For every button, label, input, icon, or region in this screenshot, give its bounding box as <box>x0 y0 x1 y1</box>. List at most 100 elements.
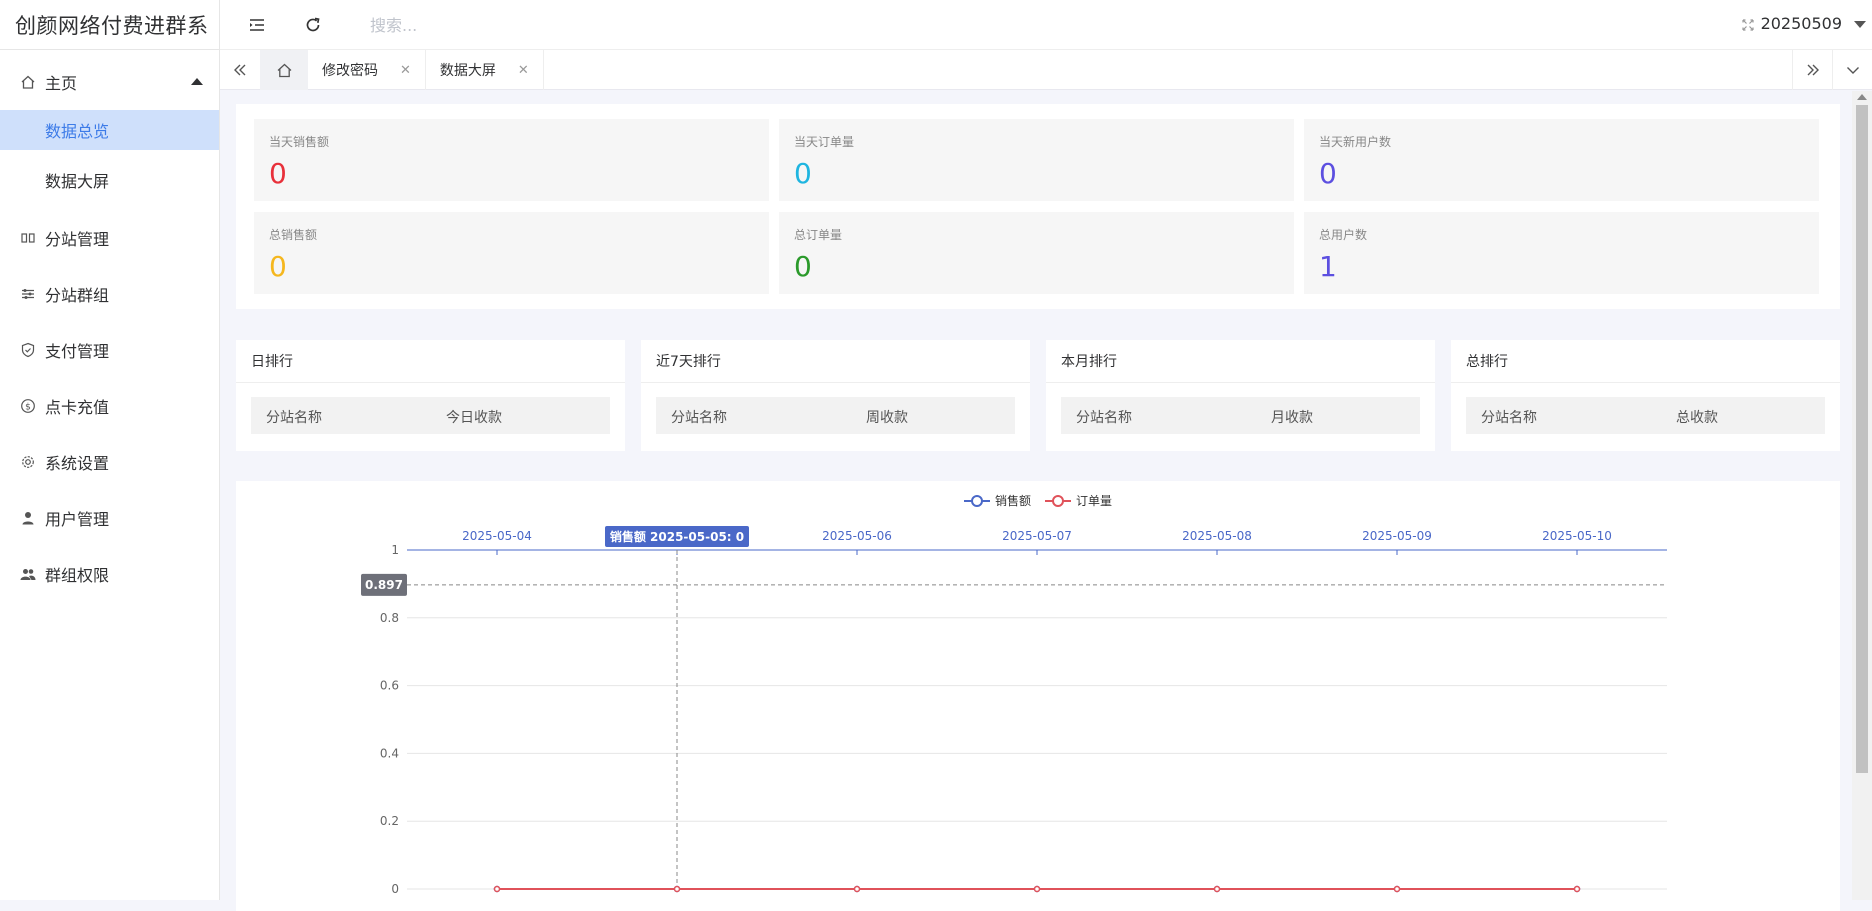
sidebar-collapse-button[interactable] <box>245 13 269 37</box>
data-point <box>673 885 681 893</box>
stat-value: 0 <box>1319 157 1337 190</box>
user-menu[interactable]: 20250509 <box>1761 14 1842 33</box>
svg-text:$: $ <box>25 403 31 413</box>
scroll-up-arrow-icon[interactable] <box>1857 94 1867 100</box>
ranking-title: 总排行 <box>1451 340 1840 383</box>
y-tick-label: 0.4 <box>380 746 399 760</box>
stat-label: 当天新用户数 <box>1319 135 1392 149</box>
ranking-daily-card: 日排行 分站名称 今日收款 <box>236 340 625 451</box>
ranking-total-card: 总排行 分站名称 总收款 <box>1451 340 1840 451</box>
menu-item-substation-management[interactable]: 分站管理 <box>0 210 219 266</box>
line-chart: 0 0.2 0.4 0.6 0.8 1 2025-05-04 2025-05-06 2025-0… <box>361 526 1667 896</box>
submenu-item-data-screen[interactable]: 数据大屏 <box>0 160 219 200</box>
column-header: 分站名称 <box>1076 410 1132 426</box>
stat-value: 0 <box>794 157 812 190</box>
ranking-title: 近7天排行 <box>641 340 1030 383</box>
y-tick-label: 0.8 <box>380 611 399 625</box>
ranking-table-header: 分站名称 月收款 <box>1061 397 1420 434</box>
fullscreen-button[interactable] <box>1736 13 1760 37</box>
menu-item-label: 点卡充值 <box>45 398 110 417</box>
ranking-monthly-card: 本月排行 分站名称 月收款 <box>1046 340 1435 451</box>
top-header: 20250509 <box>220 0 1872 50</box>
sliders-icon <box>20 286 36 302</box>
tab-label: 修改密码 <box>322 63 378 79</box>
x-tick-label: 2025-05-06 <box>822 529 892 543</box>
menu-item-system-settings[interactable]: 系统设置 <box>0 434 219 490</box>
menu-item-label: 分站管理 <box>45 230 110 249</box>
scrollbar-thumb[interactable] <box>1856 105 1868 773</box>
ranking-title: 本月排行 <box>1046 340 1435 383</box>
stats-card: 当天销售额 0 当天订单量 0 当天新用户数 0 总销售额 0 总订单量 0 总… <box>236 104 1840 309</box>
ranking-table-header: 分站名称 今日收款 <box>251 397 610 434</box>
users-icon <box>20 566 36 582</box>
data-point <box>1033 885 1041 893</box>
caret-up-icon <box>191 78 203 85</box>
page-scrollbar[interactable] <box>1852 91 1872 900</box>
tabs-scroll-right-button[interactable] <box>1792 50 1832 90</box>
ranking-table-header: 分站名称 总收款 <box>1466 397 1825 434</box>
double-chevron-right-icon <box>1807 64 1819 76</box>
column-header: 月收款 <box>1271 410 1313 426</box>
menu-item-label: 群组权限 <box>45 566 110 585</box>
x-tick-label: 2025-05-04 <box>462 529 532 543</box>
fullscreen-icon <box>1742 19 1754 31</box>
menu-item-payment-management[interactable]: 支付管理 <box>0 322 219 378</box>
stat-value: 0 <box>269 157 287 190</box>
user-icon <box>20 510 36 526</box>
menu-item-group-permissions[interactable]: 群组权限 <box>0 546 219 602</box>
sales-chart-card: 销售额 订单量 0 0.2 0.4 0.6 0.8 1 2025-05-04 2025-05-… <box>236 481 1840 911</box>
menu-item-label: 分站群组 <box>45 286 110 305</box>
stat-label: 当天销售额 <box>269 135 330 149</box>
chevron-down-icon <box>1846 67 1859 74</box>
double-chevron-left-icon <box>234 64 246 76</box>
shield-check-icon <box>20 342 36 358</box>
stat-today-sales: 当天销售额 0 <box>254 119 769 201</box>
refresh-button[interactable] <box>301 13 325 37</box>
x-tick-label: 2025-05-09 <box>1362 529 1432 543</box>
menu-item-label: 用户管理 <box>45 510 110 529</box>
search-input[interactable] <box>370 12 670 38</box>
stat-total-users: 总用户数 1 <box>1304 212 1819 294</box>
tabs-scroll-left-button[interactable] <box>220 50 260 90</box>
stat-value: 0 <box>269 250 287 283</box>
axis-pointer-label: 销售额 2025-05-05: 0 <box>610 529 744 544</box>
tab-bar: 修改密码 ✕ 数据大屏 ✕ <box>220 50 1872 90</box>
tabs: 修改密码 ✕ 数据大屏 ✕ <box>260 50 544 90</box>
close-icon[interactable]: ✕ <box>518 63 529 78</box>
x-tick-label: 2025-05-07 <box>1002 529 1072 543</box>
tabs-menu-button[interactable] <box>1832 50 1872 90</box>
caret-down-icon[interactable] <box>1854 21 1866 28</box>
ranking-table-header: 分站名称 周收款 <box>656 397 1015 434</box>
dollar-circle-icon: $ <box>20 398 36 414</box>
home-icon <box>20 74 36 90</box>
app-brand: 创颜网络付费进群系 <box>0 0 219 50</box>
ranking-title: 日排行 <box>236 340 625 383</box>
main-content: 当天销售额 0 当天订单量 0 当天新用户数 0 总销售额 0 总订单量 0 总… <box>220 91 1852 911</box>
menu-item-user-management[interactable]: 用户管理 <box>0 490 219 546</box>
tab-home[interactable] <box>260 50 308 90</box>
home-icon <box>277 63 291 77</box>
indent-icon <box>250 19 264 31</box>
tab-change-password[interactable]: 修改密码 ✕ <box>308 50 426 90</box>
crosshair-value-label: 0.897 <box>365 578 403 592</box>
column-header: 分站名称 <box>1481 410 1537 426</box>
stat-total-orders: 总订单量 0 <box>779 212 1294 294</box>
column-header: 分站名称 <box>671 410 727 426</box>
data-point <box>493 885 501 893</box>
y-tick-label: 0.6 <box>380 679 399 693</box>
close-icon[interactable]: ✕ <box>400 63 411 78</box>
refresh-icon <box>306 17 320 32</box>
menu-item-card-recharge[interactable]: $ 点卡充值 <box>0 378 219 434</box>
data-point <box>1573 885 1581 893</box>
stat-label: 总用户数 <box>1319 228 1368 242</box>
stat-total-sales: 总销售额 0 <box>254 212 769 294</box>
tab-data-screen[interactable]: 数据大屏 ✕ <box>426 50 544 90</box>
stat-label: 总订单量 <box>794 228 843 242</box>
columns-icon <box>20 230 36 246</box>
ranking-weekly-card: 近7天排行 分站名称 周收款 <box>641 340 1030 451</box>
menu-item-label: 系统设置 <box>45 454 110 473</box>
sidebar-menu: 主页 数据总览 数据大屏 分站管理 分站群组 支付管理 $ 点卡充值 系统设置 … <box>0 50 219 602</box>
menu-item-home[interactable]: 主页 <box>0 54 219 110</box>
submenu-item-data-overview[interactable]: 数据总览 <box>0 110 219 150</box>
menu-item-substation-groups[interactable]: 分站群组 <box>0 266 219 322</box>
